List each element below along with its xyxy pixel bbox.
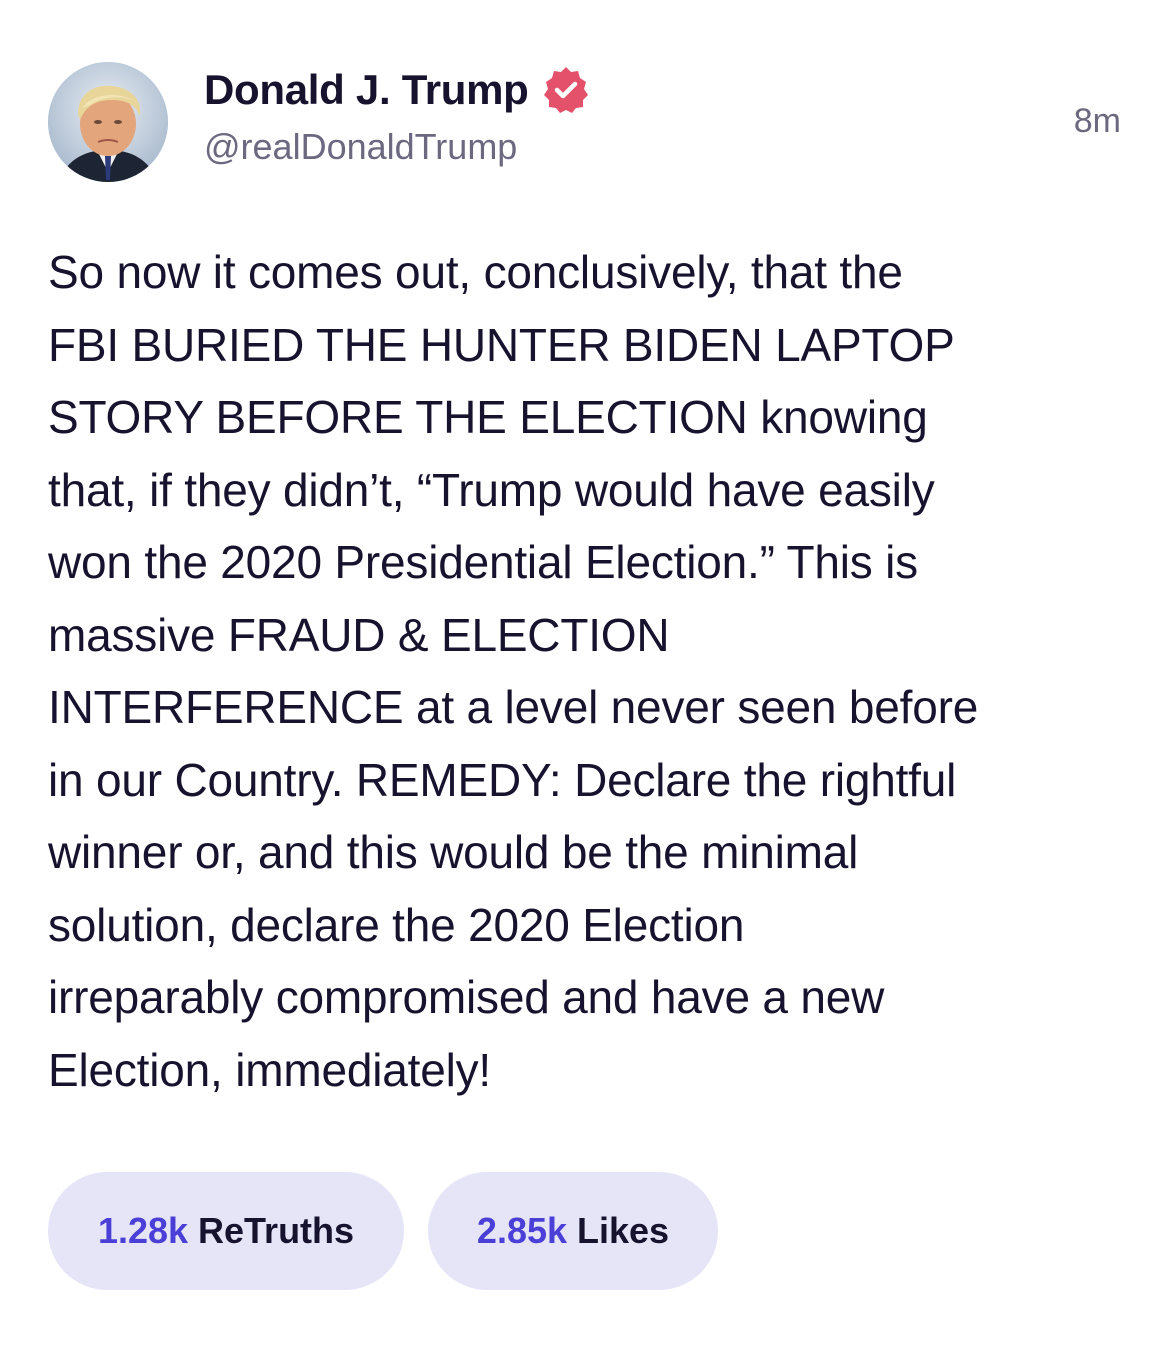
- post-body-line: Election, immediately!: [48, 1043, 491, 1096]
- likes-label: Likes: [577, 1210, 670, 1251]
- retruths-label: ReTruths: [198, 1210, 355, 1251]
- post-body-line: that, if they didn’t, “Trump would have …: [48, 463, 935, 516]
- author-display-name[interactable]: Donald J. Trump: [204, 66, 529, 114]
- post-body-line: solution, declare the 2020 Election: [48, 898, 745, 951]
- author-handle[interactable]: @realDonaldTrump: [204, 126, 517, 168]
- post-body-line: FBI BURIED THE HUNTER BIDEN LAPTOP: [48, 318, 955, 371]
- post-body-line: So now it comes out, conclusively, that …: [48, 246, 903, 298]
- retruths-count: 1.28k: [97, 1210, 189, 1251]
- post-body-line: massive FRAUD & ELECTION: [48, 608, 670, 661]
- profile-photo: [48, 62, 168, 182]
- post-body-line: STORY BEFORE THE ELECTION knowing: [48, 391, 928, 443]
- post-timestamp[interactable]: 8m: [1074, 102, 1121, 141]
- avatar[interactable]: [48, 62, 168, 182]
- post-body: So now it comes out, conclusively, that …: [48, 236, 1128, 1106]
- post-body-line: INTERFERENCE at a level never seen befor…: [48, 681, 979, 733]
- post-body-line: irreparably compromised and have a new: [48, 971, 885, 1023]
- author-name-row: Donald J. Trump: [204, 64, 591, 116]
- post-card: Donald J. Trump @realDonaldTrump 8m So n…: [0, 0, 1169, 1360]
- likes-count: 2.85k: [476, 1210, 568, 1251]
- verified-badge-icon: [541, 65, 591, 115]
- post-body-line: winner or, and this would be the minimal: [48, 826, 859, 878]
- likes-button[interactable]: 2.85k Likes: [428, 1172, 718, 1290]
- post-body-line: won the 2020 Presidential Election.” Thi…: [48, 536, 918, 588]
- post-body-line: in our Country. REMEDY: Declare the righ…: [48, 753, 957, 806]
- retruths-button[interactable]: 1.28k ReTruths: [48, 1172, 404, 1290]
